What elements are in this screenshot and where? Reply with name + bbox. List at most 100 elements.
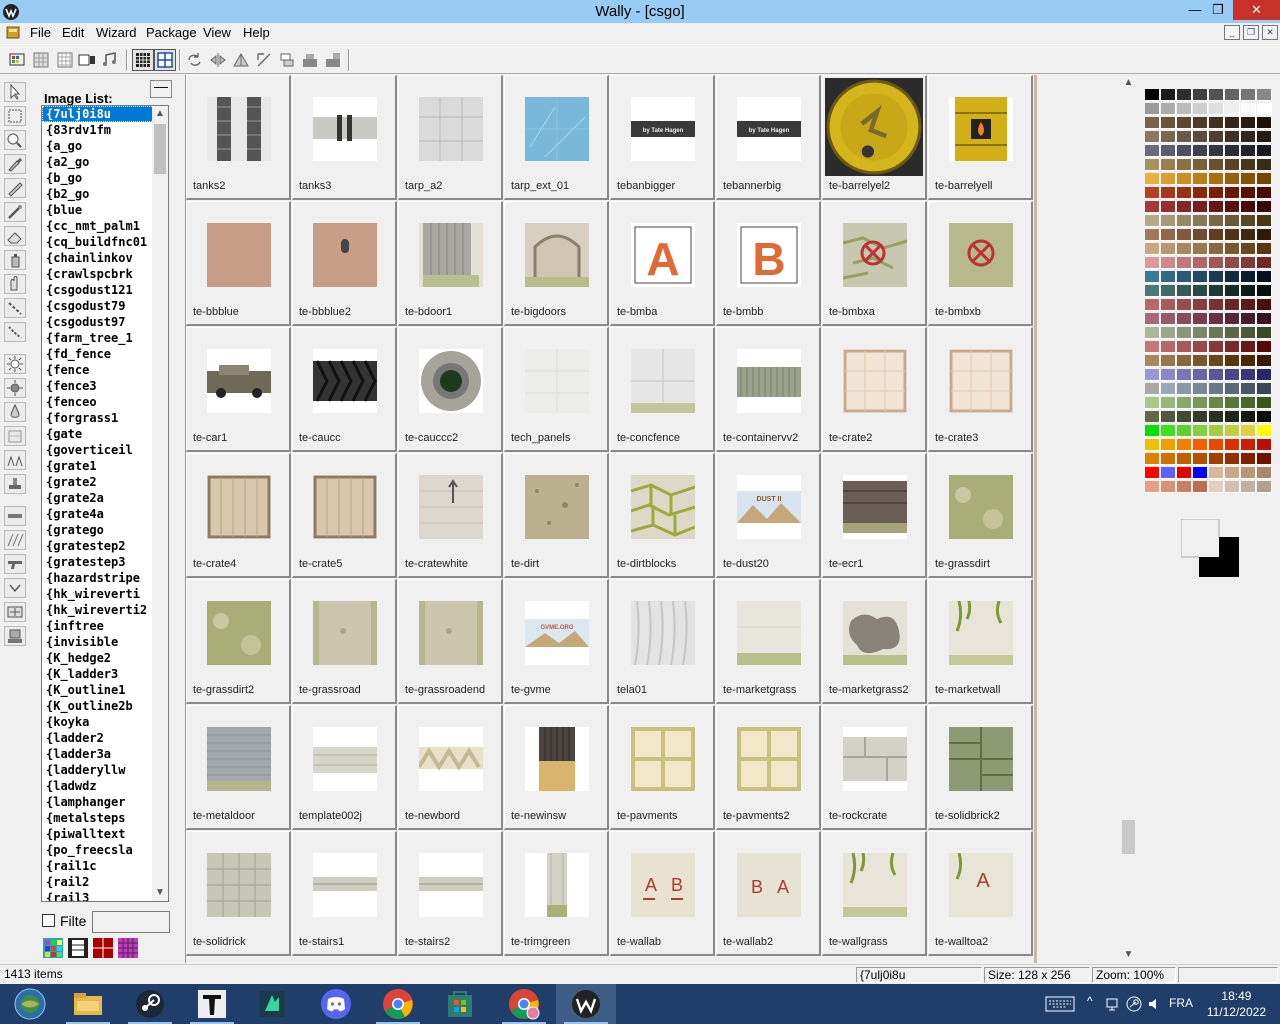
thumbnail-cell[interactable]: GVME.ORG te-gvme bbox=[504, 579, 609, 704]
steam-tray-icon[interactable] bbox=[1126, 996, 1142, 1012]
palette-swatch[interactable] bbox=[1193, 243, 1208, 255]
chrome-profile-icon[interactable] bbox=[494, 984, 554, 1024]
palette-swatch[interactable] bbox=[1177, 383, 1192, 395]
palette-swatch[interactable] bbox=[1257, 145, 1272, 157]
palette-swatch[interactable] bbox=[1241, 215, 1256, 227]
list-item[interactable]: {gratestep3 bbox=[42, 554, 154, 570]
palette-swatch[interactable] bbox=[1225, 173, 1240, 185]
flip-horizontal-icon[interactable] bbox=[207, 49, 229, 71]
palette-swatch[interactable] bbox=[1225, 439, 1240, 451]
palette-swatch[interactable] bbox=[1209, 145, 1224, 157]
palette-swatch[interactable] bbox=[1257, 257, 1272, 269]
eyedropper-tool-icon[interactable] bbox=[4, 154, 26, 174]
palette-swatch[interactable] bbox=[1177, 285, 1192, 297]
thumbnail-cell[interactable]: B Ate-wallab2 bbox=[716, 831, 821, 956]
list-item[interactable]: {lamphanger bbox=[42, 794, 154, 810]
list-item[interactable]: {hk_wireverti bbox=[42, 586, 154, 602]
palette-swatch[interactable] bbox=[1257, 201, 1272, 213]
crop-icon[interactable] bbox=[322, 49, 344, 71]
palette-swatch[interactable] bbox=[1241, 285, 1256, 297]
list-item[interactable]: {grate2 bbox=[42, 474, 154, 490]
palette-swatch[interactable] bbox=[1241, 383, 1256, 395]
counter-strike-icon[interactable] bbox=[182, 984, 242, 1024]
palette-swatch[interactable] bbox=[1209, 257, 1224, 269]
palette-swatch[interactable] bbox=[1161, 271, 1176, 283]
spray-tool-icon[interactable] bbox=[4, 250, 26, 270]
palette-swatch[interactable] bbox=[1161, 313, 1176, 325]
thumbnail-cell[interactable]: te-newinsw bbox=[504, 705, 609, 830]
palette-swatch[interactable] bbox=[1241, 355, 1256, 367]
palette-swatch[interactable] bbox=[1161, 439, 1176, 451]
palette-swatch[interactable] bbox=[1145, 425, 1160, 437]
thumbnail-cell[interactable]: te-stairs1 bbox=[292, 831, 397, 956]
palette-swatch[interactable] bbox=[1145, 327, 1160, 339]
list-item[interactable]: {grate2a bbox=[42, 490, 154, 506]
palette-swatch[interactable] bbox=[1161, 411, 1176, 423]
list-item[interactable]: {hk_wireverti2 bbox=[42, 602, 154, 618]
thumbnail-cell[interactable]: te-marketgrass2 bbox=[822, 579, 927, 704]
smudge-tool-icon[interactable] bbox=[4, 274, 26, 294]
palette-swatch[interactable] bbox=[1193, 187, 1208, 199]
mosaic-view-icon[interactable] bbox=[42, 937, 64, 959]
file-explorer-icon[interactable] bbox=[58, 984, 118, 1024]
list-item[interactable]: {b2_go bbox=[42, 186, 154, 202]
palette-swatch[interactable] bbox=[1225, 481, 1240, 493]
mdi-restore-button[interactable]: ❐ bbox=[1243, 25, 1259, 40]
mdi-close-button[interactable]: ✕ bbox=[1262, 25, 1278, 40]
close-button[interactable]: ✕ bbox=[1233, 0, 1280, 20]
mdi-minimize-button[interactable]: _ bbox=[1224, 25, 1240, 40]
palette-swatch[interactable] bbox=[1161, 257, 1176, 269]
thumbnail-cell[interactable]: te-marketgrass bbox=[716, 579, 821, 704]
thumbnail-cell[interactable]: te-pavments2 bbox=[716, 705, 821, 830]
palette-swatch[interactable] bbox=[1225, 187, 1240, 199]
palette-swatch[interactable] bbox=[1193, 327, 1208, 339]
palette-swatch[interactable] bbox=[1193, 103, 1208, 115]
palette-swatch[interactable] bbox=[1177, 439, 1192, 451]
palette-swatch[interactable] bbox=[1145, 355, 1160, 367]
panel-collapse-button[interactable]: — bbox=[150, 79, 172, 98]
palette-swatch[interactable] bbox=[1145, 341, 1160, 353]
palette-swatch[interactable] bbox=[1209, 173, 1224, 185]
chevron-up-icon[interactable]: ^ bbox=[1087, 994, 1093, 1008]
list-item[interactable]: {K_outline2b bbox=[42, 698, 154, 714]
palette-swatch[interactable] bbox=[1257, 215, 1272, 227]
store-icon[interactable] bbox=[430, 984, 490, 1024]
palette-swatch[interactable] bbox=[1177, 369, 1192, 381]
palette-swatch[interactable] bbox=[1193, 117, 1208, 129]
scroll-up-icon[interactable]: ▲ bbox=[1120, 75, 1137, 91]
palette-swatch[interactable] bbox=[1193, 481, 1208, 493]
palette-swatch[interactable] bbox=[1225, 467, 1240, 479]
palette-swatch[interactable] bbox=[1257, 327, 1272, 339]
list-item[interactable]: {piwalltext bbox=[42, 826, 154, 842]
palette-swatch[interactable] bbox=[1145, 243, 1160, 255]
palette-swatch[interactable] bbox=[1209, 397, 1224, 409]
marquee-tool-icon[interactable] bbox=[4, 106, 26, 126]
palette-swatch[interactable] bbox=[1145, 103, 1160, 115]
palette-swatch[interactable] bbox=[1161, 187, 1176, 199]
palette-swatch[interactable] bbox=[1209, 187, 1224, 199]
list-item[interactable]: {fenceo bbox=[42, 394, 154, 410]
palette-swatch[interactable] bbox=[1225, 355, 1240, 367]
palette-swatch[interactable] bbox=[1241, 439, 1256, 451]
palette-swatch[interactable] bbox=[1225, 383, 1240, 395]
palette-swatch[interactable] bbox=[1225, 425, 1240, 437]
thumbnail-cell[interactable]: te-cauccc2 bbox=[398, 327, 503, 452]
thumbnail-cell[interactable]: tanks3 bbox=[292, 75, 397, 200]
palette-swatch[interactable] bbox=[1257, 159, 1272, 171]
tile-icon[interactable] bbox=[299, 49, 321, 71]
list-item[interactable]: {cq_buildfnc01 bbox=[42, 234, 154, 250]
palette-swatch[interactable] bbox=[1145, 285, 1160, 297]
list-item[interactable]: {blue bbox=[42, 202, 154, 218]
palette-swatch[interactable] bbox=[1145, 383, 1160, 395]
thumbnail-cell[interactable]: te-marketwall bbox=[928, 579, 1033, 704]
palette-swatch[interactable] bbox=[1145, 481, 1160, 493]
thumbnail-cell[interactable]: te-newbord bbox=[398, 705, 503, 830]
palette-swatch[interactable] bbox=[1193, 313, 1208, 325]
thumbnail-cell[interactable]: te-grassdirt bbox=[928, 453, 1033, 578]
decal-tool-icon[interactable] bbox=[4, 602, 26, 622]
thumbnail-cell[interactable]: te-grassroadend bbox=[398, 579, 503, 704]
thumbnail-cell[interactable]: tarp_a2 bbox=[398, 75, 503, 200]
list-item[interactable]: {inftree bbox=[42, 618, 154, 634]
palette-swatch[interactable] bbox=[1257, 89, 1272, 101]
palette-swatch[interactable] bbox=[1225, 215, 1240, 227]
